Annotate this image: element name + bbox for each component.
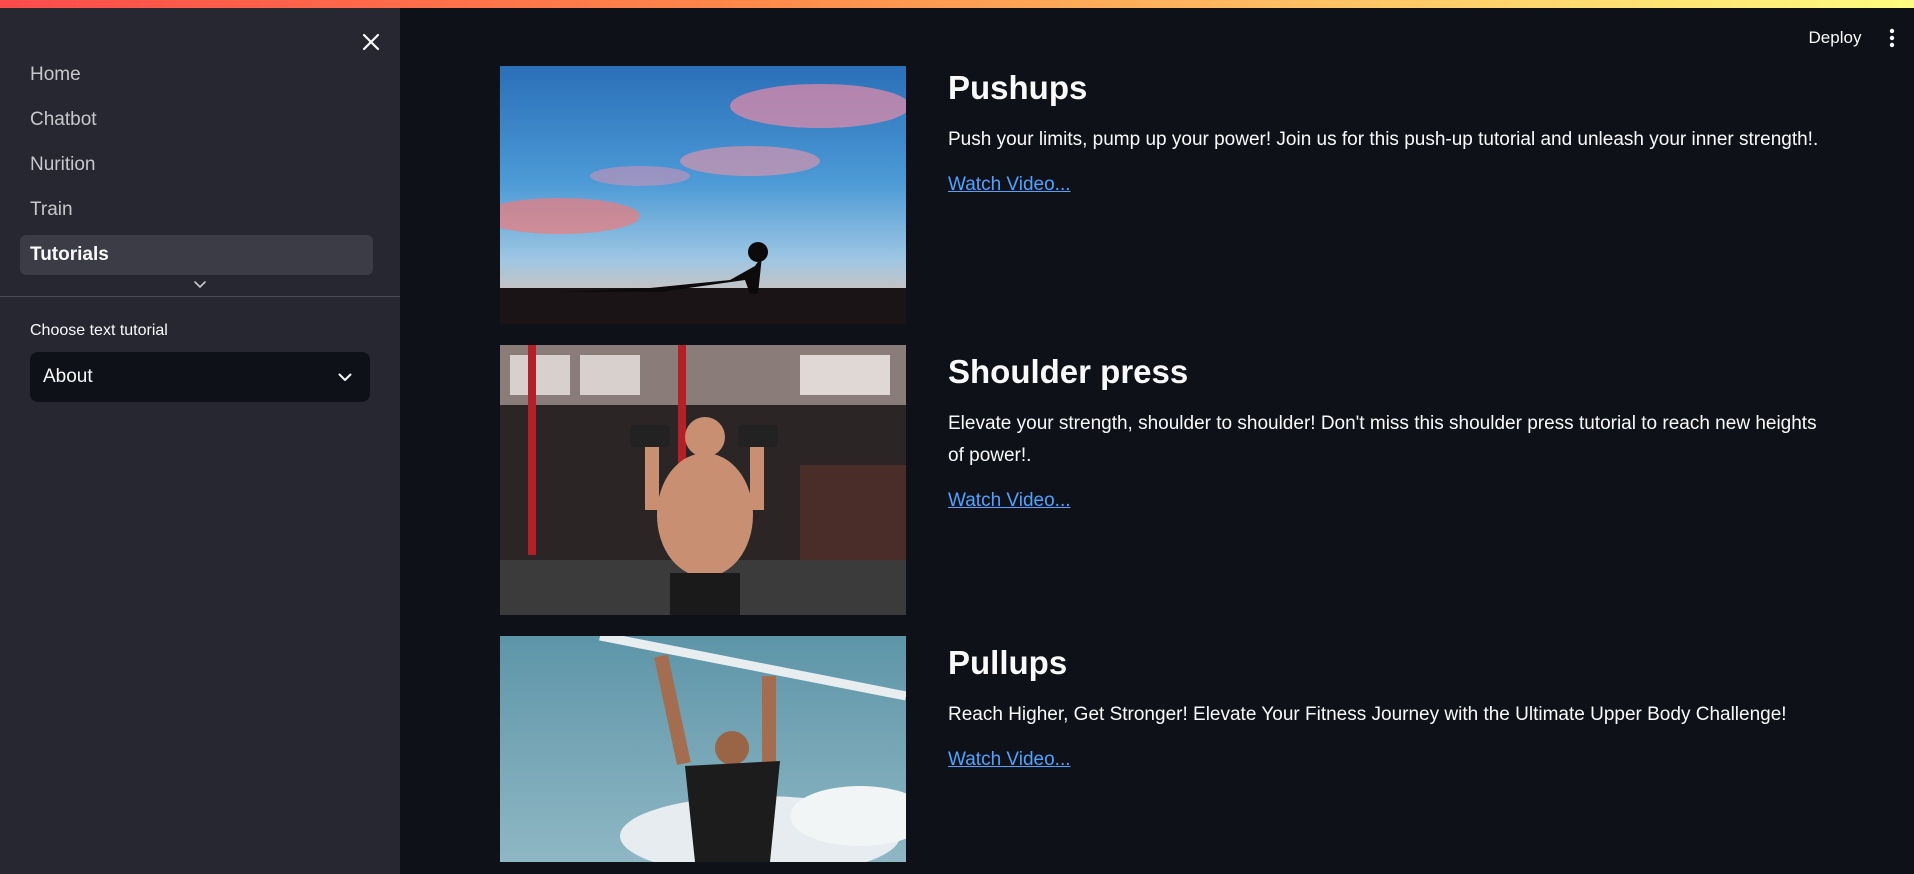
tutorial-card-shoulder-press: Shoulder press Elevate your strength, sh…	[500, 345, 1820, 617]
sidebar-item-chatbot[interactable]: Chatbot	[20, 100, 373, 140]
deploy-label: Deploy	[1808, 28, 1862, 47]
sidebar-item-label: Home	[30, 64, 81, 85]
pullups-image	[500, 636, 906, 862]
sidebar-divider	[0, 296, 400, 297]
sidebar-nav: Home Chatbot Nurition Train Tutorials	[20, 55, 373, 280]
tutorial-title: Shoulder press	[948, 353, 1189, 390]
tutorial-card-pushups: Pushups Push your limits, pump up your p…	[500, 66, 1820, 326]
tutorial-text: Pushups Push your limits, pump up your p…	[948, 66, 1820, 196]
sidebar-item-label: Tutorials	[30, 244, 109, 265]
header-decoration-bar	[0, 0, 1914, 8]
tutorial-card-pullups: Pullups Reach Higher, Get Stronger! Elev…	[500, 636, 1820, 864]
watch-video-link[interactable]: Watch Video...	[948, 174, 1071, 196]
tutorial-description: Reach Higher, Get Stronger! Elevate Your…	[948, 704, 1787, 725]
tutorial-description: Push your limits, pump up your power! Jo…	[948, 129, 1819, 150]
tutorial-title: Pushups	[948, 69, 1088, 106]
sidebar-item-home[interactable]: Home	[20, 55, 373, 95]
sidebar-item-label: Nurition	[30, 154, 96, 175]
expand-nav-button[interactable]	[191, 278, 209, 292]
tutorial-text: Shoulder press Elevate your strength, sh…	[948, 345, 1820, 512]
chevron-down-icon	[338, 373, 352, 381]
main-menu-button[interactable]	[1882, 24, 1902, 52]
tutorial-text: Pullups Reach Higher, Get Stronger! Elev…	[948, 636, 1820, 771]
sidebar: Home Chatbot Nurition Train Tutorials Ch…	[0, 0, 400, 874]
tutorial-select[interactable]: About	[30, 352, 370, 402]
sidebar-item-train[interactable]: Train	[20, 190, 373, 230]
sidebar-item-label: Chatbot	[30, 109, 97, 130]
more-vertical-icon	[1889, 28, 1895, 48]
select-value: About	[43, 366, 93, 387]
sidebar-item-nurition[interactable]: Nurition	[20, 145, 373, 185]
close-sidebar-button[interactable]	[357, 28, 385, 56]
tutorial-description: Elevate your strength, shoulder to shoul…	[948, 413, 1817, 466]
chevron-down-icon	[194, 281, 206, 289]
select-label: Choose text tutorial	[30, 322, 168, 339]
sidebar-item-tutorials[interactable]: Tutorials	[20, 235, 373, 275]
pushups-image	[500, 66, 906, 324]
sidebar-item-label: Train	[30, 199, 73, 220]
deploy-button[interactable]: Deploy	[1796, 22, 1874, 54]
watch-video-link[interactable]: Watch Video...	[948, 490, 1071, 512]
close-icon	[362, 33, 380, 51]
watch-video-link[interactable]: Watch Video...	[948, 749, 1071, 771]
shoulder-press-image	[500, 345, 906, 615]
tutorial-title: Pullups	[948, 644, 1068, 681]
